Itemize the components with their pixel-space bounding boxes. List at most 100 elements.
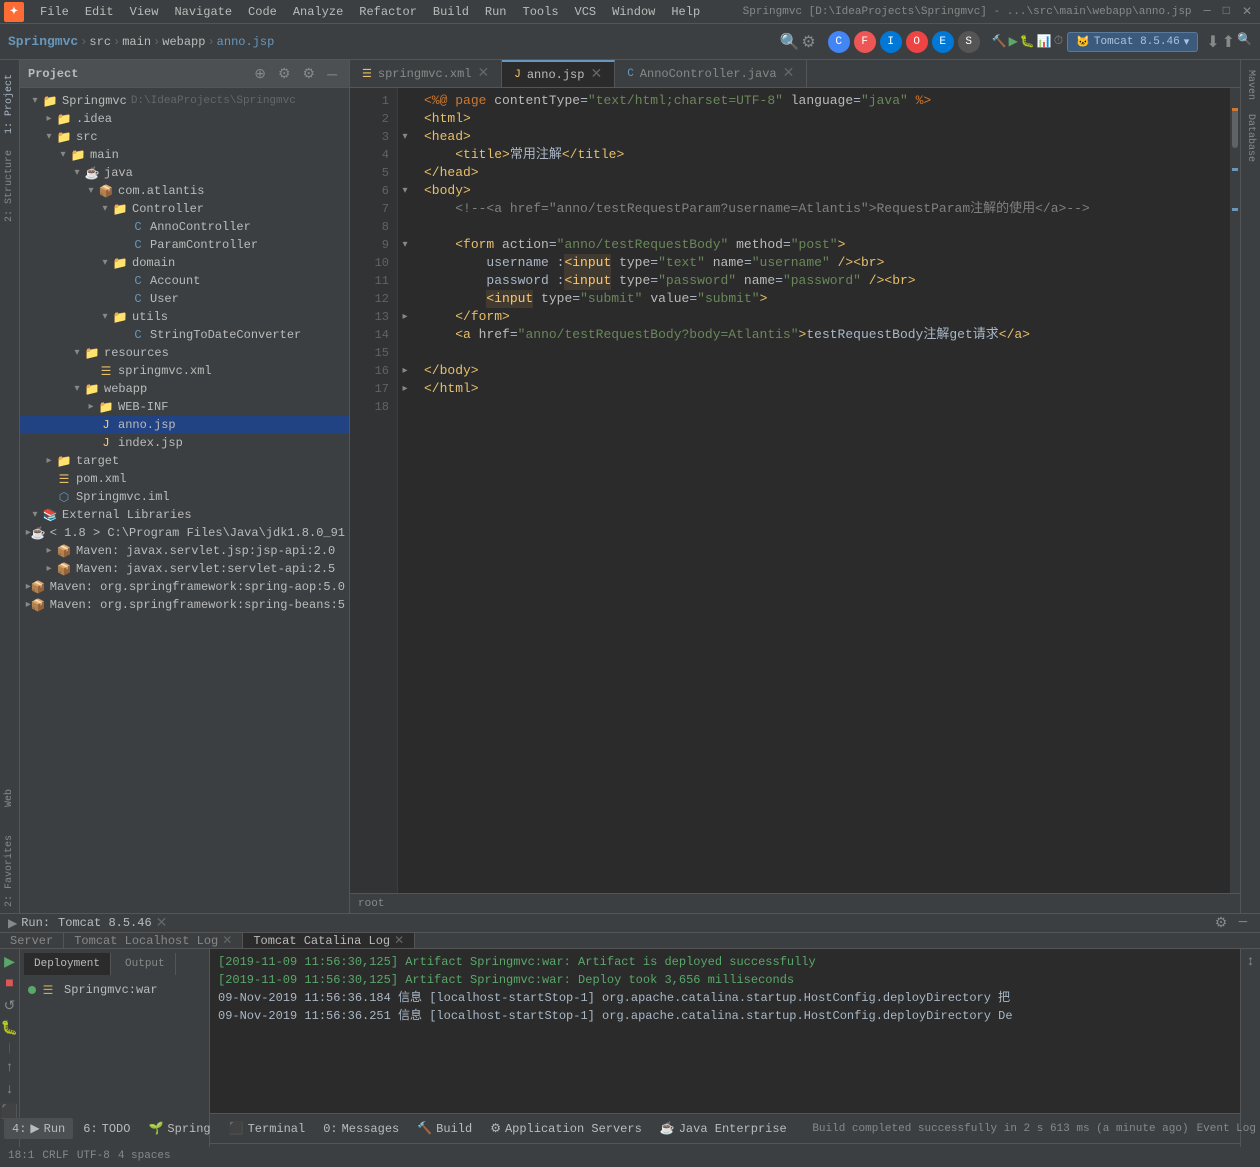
minimize-btn[interactable]: ─ [1200,4,1215,19]
close-run-panel-btn[interactable]: ─ [1234,914,1252,932]
taskbar-build-btn[interactable]: 🔨 Build [409,1118,480,1139]
run-green-btn[interactable]: ▶ [1009,34,1018,49]
tree-maven-servlet[interactable]: ▸ 📦 Maven: javax.servlet:servlet-api:2.5 [20,560,349,578]
gear-btn[interactable]: ⚙ [274,63,295,84]
menu-navigate[interactable]: Navigate [166,3,240,21]
taskbar-run-btn[interactable]: 4: ▶ Run [4,1118,73,1139]
tree-maven-aop[interactable]: ▸ 📦 Maven: org.springframework:spring-ao… [20,578,349,596]
close-btn[interactable]: ✕ [1238,4,1256,19]
menu-edit[interactable]: Edit [77,3,122,21]
fold-1[interactable] [398,92,412,110]
tree-main[interactable]: ▾ 📁 main [20,146,349,164]
tree-pom[interactable]: ▸ ☰ pom.xml [20,470,349,488]
taskbar-todo-btn[interactable]: 6: TODO [75,1119,138,1139]
run-config-selector[interactable]: 🐱 Tomcat 8.5.46 ▾ [1067,32,1198,52]
search-everywhere-btn[interactable]: 🔍 [779,32,799,52]
tree-maven-beans[interactable]: ▸ 📦 Maven: org.springframework:spring-be… [20,596,349,614]
fold-13[interactable]: ▸ [398,308,412,326]
tree-iml[interactable]: ▸ ⬡ Springmvc.iml [20,488,349,506]
tree-webapp[interactable]: ▾ 📁 webapp [20,380,349,398]
output-tab[interactable]: Output [115,953,176,975]
menu-vcs[interactable]: VCS [567,3,605,21]
tree-converter[interactable]: ▸ C StringToDateConverter [20,326,349,344]
tree-index-jsp[interactable]: ▸ J index.jsp [20,434,349,452]
run-localhost-tab[interactable]: Tomcat Localhost Log ✕ [64,933,243,948]
tree-ext-libs[interactable]: ▾ 📚 External Libraries [20,506,349,524]
profile-btn[interactable]: ⏱ [1054,34,1063,49]
tab-close-anno[interactable]: ✕ [590,66,602,83]
tab-springmvc-xml[interactable]: ☰ springmvc.xml ✕ [350,60,502,87]
tree-springmvc-xml[interactable]: ▸ ☰ springmvc.xml [20,362,349,380]
tree-user[interactable]: ▸ C User [20,290,349,308]
deployment-tab[interactable]: Deployment [24,953,111,975]
menu-refactor[interactable]: Refactor [351,3,425,21]
hide-panel-btn[interactable]: ─ [323,63,341,84]
scrollbar-thumb[interactable] [1232,108,1238,148]
sync-btn[interactable]: ⊕ [250,63,270,84]
wrap-output-btn[interactable]: ↕ [1242,953,1260,971]
tab-close-springmvc[interactable]: ✕ [478,65,490,82]
database-tab[interactable]: Database [1243,108,1258,168]
restart-btn[interactable]: ↺ [1,997,19,1015]
tab-close-controller[interactable]: ✕ [783,65,795,82]
menu-build[interactable]: Build [425,3,477,21]
catalina-tab-close[interactable]: ✕ [394,933,404,948]
rerun-btn[interactable]: ▶ [1,953,19,971]
tree-annocontroller[interactable]: ▸ C AnnoController [20,218,349,236]
tree-account[interactable]: ▸ C Account [20,272,349,290]
web-tab[interactable]: Web [2,783,17,813]
tab-annocontroller[interactable]: C AnnoController.java ✕ [615,60,807,87]
ie-icon[interactable]: I [880,31,902,53]
scroll-up-btn[interactable]: ↑ [1,1059,19,1077]
tree-resources[interactable]: ▾ 📁 resources [20,344,349,362]
stop-btn[interactable]: ■ [1,975,19,993]
project-tab[interactable]: 1: Project [2,68,17,140]
tree-domain-folder[interactable]: ▾ 📁 domain [20,254,349,272]
fold-9[interactable]: ▾ [398,236,412,254]
fold-6[interactable]: ▾ [398,182,412,200]
menu-file[interactable]: File [32,3,77,21]
fold-17[interactable]: ▸ [398,380,412,398]
taskbar-terminal-btn[interactable]: ⬛ Terminal [221,1118,314,1139]
tree-anno-jsp[interactable]: ▸ J anno.jsp [20,416,349,434]
tab-anno-jsp[interactable]: J anno.jsp ✕ [502,60,615,87]
settings-btn[interactable]: ⚙ [801,32,815,52]
taskbar-appservers-btn[interactable]: ⚙ Application Servers [482,1118,650,1139]
scroll-down-btn[interactable]: ↓ [1,1081,19,1099]
menu-analyze[interactable]: Analyze [285,3,351,21]
event-log-btn[interactable]: Event Log [1197,1123,1256,1135]
tree-webinf[interactable]: ▸ 📁 WEB-INF [20,398,349,416]
tree-controller-folder[interactable]: ▾ 📁 Controller [20,200,349,218]
tree-src[interactable]: ▾ 📁 src [20,128,349,146]
tree-package[interactable]: ▾ 📦 com.atlantis [20,182,349,200]
tree-idea[interactable]: ▸ 📁 .idea [20,110,349,128]
run-catalina-tab[interactable]: Tomcat Catalina Log ✕ [243,933,415,948]
tree-root[interactable]: ▾ 📁 Springmvc D:\IdeaProjects\Springmvc [20,92,349,110]
edge-icon[interactable]: E [932,31,954,53]
tree-utils-folder[interactable]: ▾ 📁 utils [20,308,349,326]
menu-view[interactable]: View [122,3,167,21]
menu-code[interactable]: Code [240,3,285,21]
fold-3[interactable]: ▾ [398,128,412,146]
tree-jdk[interactable]: ▸ ☕ < 1.8 > C:\Program Files\Java\jdk1.8… [20,524,349,542]
maximize-btn[interactable]: □ [1219,4,1234,19]
structure-tab-left[interactable]: 2: Structure [2,144,17,228]
restart-debug-btn[interactable]: 🐛 [1,1019,19,1037]
vcs-update-btn[interactable]: ⬇ [1206,32,1219,52]
tree-paramcontroller[interactable]: ▸ C ParamController [20,236,349,254]
favorites-tab[interactable]: 2: Favorites [2,829,17,913]
settings-panel-btn[interactable]: ⚙ [299,63,320,84]
localhost-tab-close[interactable]: ✕ [222,933,232,948]
tree-maven-jsp[interactable]: ▸ 📦 Maven: javax.servlet.jsp:jsp-api:2.0 [20,542,349,560]
find-action-btn[interactable]: 🔍 [1237,32,1252,52]
tree-java[interactable]: ▾ ☕ java [20,164,349,182]
run-server-tab[interactable]: Server [0,933,64,948]
fold-16[interactable]: ▸ [398,362,412,380]
safari-icon[interactable]: S [958,31,980,53]
deployment-item[interactable]: ☰ Springmvc:war [24,979,205,1001]
taskbar-enterprise-btn[interactable]: ☕ Java Enterprise [652,1118,795,1139]
menu-run[interactable]: Run [477,3,515,21]
firefox-icon[interactable]: F [854,31,876,53]
maven-tab[interactable]: Maven [1243,64,1258,106]
chrome-icon[interactable]: C [828,31,850,53]
